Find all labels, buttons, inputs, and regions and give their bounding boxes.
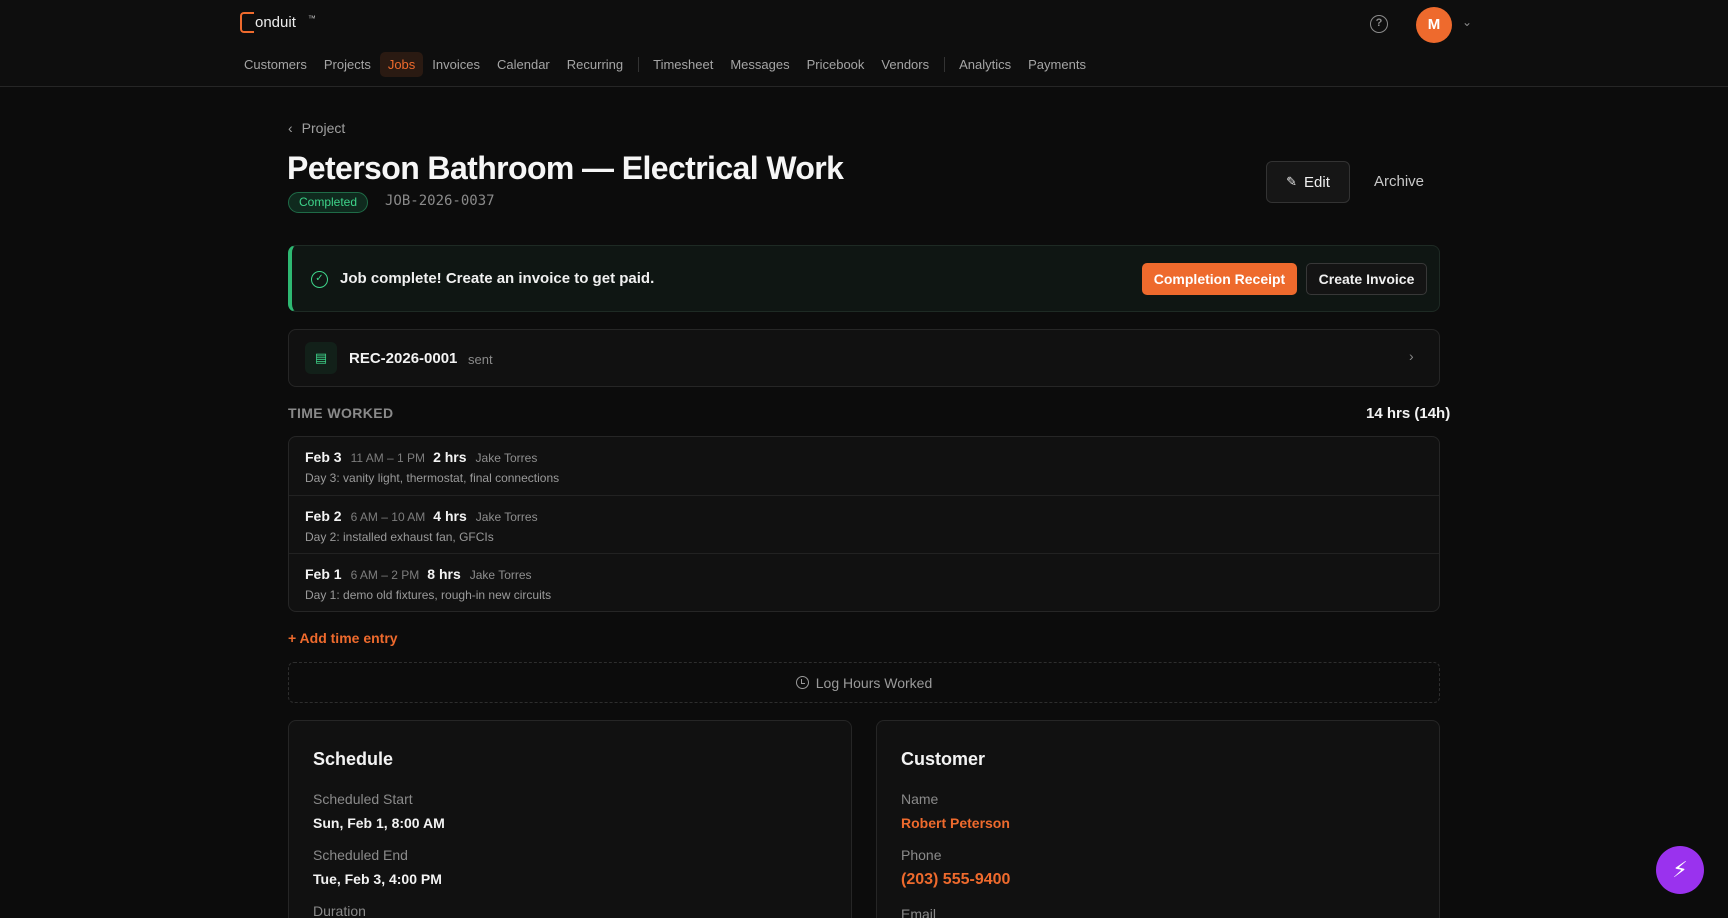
nav-item-pricebook[interactable]: Pricebook (799, 52, 873, 77)
pencil-square-icon: ✎ (1286, 174, 1298, 189)
log-hours-label: Log Hours Worked (815, 674, 933, 691)
clock-icon (795, 676, 809, 689)
top-bar: onduit ™ ? M ⌄ Customers Projects Jobs I… (0, 0, 1728, 87)
add-time-entry-link[interactable]: + Add time entry (288, 630, 398, 646)
scheduled-start-value: Sun, Feb 1, 8:00 AM (313, 815, 445, 831)
receipt-card[interactable]: ▤ REC-2026-0001 sent › (288, 329, 1440, 387)
logo-trademark: ™ (307, 14, 316, 23)
lightning-icon[interactable]: ⚡ (1656, 846, 1704, 894)
job-complete-alert: ✓ Job complete! Create an invoice to get… (288, 245, 1440, 312)
customer-phone-link[interactable]: (203) 555-9400 (901, 871, 1010, 889)
back-link[interactable]: ‹ Project (288, 120, 345, 136)
customer-name-label: Name (901, 791, 939, 807)
time-entry-range: 6 AM – 2 PM (350, 568, 420, 582)
time-entry-range: 6 AM – 10 AM (350, 509, 426, 524)
back-link-label: Project (301, 120, 346, 136)
check-circle-icon: ✓ (311, 271, 328, 288)
time-worked-total: 14 hrs (14h) (1366, 405, 1451, 422)
time-entry-date: Feb 1 (305, 566, 342, 582)
document-icon: ▤ (305, 342, 337, 374)
time-worked-heading: TIME WORKED (288, 405, 394, 421)
nav-divider (944, 57, 946, 72)
nav-item-invoices[interactable]: Invoices (424, 52, 488, 77)
time-entry-note: Day 3: vanity light, thermostat, final c… (305, 471, 560, 485)
time-entry-hours: 4 hrs (433, 507, 467, 524)
time-entry-hours: 8 hrs (427, 566, 461, 582)
logo-mark-icon (240, 12, 254, 33)
help-icon[interactable]: ? (1370, 15, 1388, 33)
schedule-title: Schedule (313, 749, 394, 769)
app-logo[interactable]: onduit ™ (240, 12, 316, 33)
nav-item-jobs[interactable]: Jobs (379, 52, 424, 77)
nav-item-recurring[interactable]: Recurring (559, 52, 631, 77)
nav-item-analytics[interactable]: Analytics (951, 52, 1019, 77)
nav-divider (638, 57, 640, 72)
receipt-status: sent (468, 352, 493, 367)
time-entry-row[interactable]: Feb 1 6 AM – 2 PM 8 hrs Jake Torres Day … (289, 554, 1439, 613)
job-number: JOB-2026-0037 (385, 193, 495, 209)
alert-text: Job complete! Create an invoice to get p… (340, 270, 655, 287)
archive-button[interactable]: Archive (1364, 161, 1434, 203)
nav-item-messages[interactable]: Messages (722, 52, 797, 77)
customer-phone-label: Phone (901, 847, 942, 863)
schedule-panel: Schedule Scheduled Start Sun, Feb 1, 8:0… (288, 720, 852, 918)
time-entry-person: Jake Torres (475, 451, 538, 465)
nav-item-timesheet[interactable]: Timesheet (645, 52, 721, 77)
customer-email-label: Email (901, 906, 937, 918)
customer-title: Customer (901, 749, 986, 769)
time-entry-list: Feb 3 11 AM – 1 PM 2 hrs Jake Torres Day… (288, 436, 1440, 612)
time-entry-hours: 2 hrs (433, 449, 467, 465)
scheduled-end-value: Tue, Feb 3, 4:00 PM (313, 871, 442, 887)
time-entry-row[interactable]: Feb 3 11 AM – 1 PM 2 hrs Jake Torres Day… (289, 437, 1439, 496)
page-title: Peterson Bathroom — Electrical Work (287, 150, 844, 186)
time-entry-date: Feb 2 (305, 507, 342, 524)
scheduled-end-label: Scheduled End (313, 847, 408, 863)
avatar[interactable]: M (1416, 7, 1452, 43)
time-entry-person: Jake Torres (469, 568, 532, 582)
time-entry-person: Jake Torres (475, 509, 538, 524)
create-invoice-button[interactable]: Create Invoice (1306, 263, 1427, 295)
status-badge: Completed (288, 192, 369, 213)
customer-panel: Customer Name Robert Peterson Phone (203… (876, 720, 1440, 918)
logo-text: onduit (255, 14, 296, 31)
completion-receipt-button[interactable]: Completion Receipt (1142, 263, 1297, 295)
chevron-left-icon: ‹ (288, 120, 293, 136)
customer-name-link[interactable]: Robert Peterson (901, 815, 1010, 831)
main-nav: Customers Projects Jobs Invoices Calenda… (236, 52, 1095, 77)
edit-button-label: Edit (1304, 173, 1330, 191)
duration-label: Duration (313, 903, 366, 918)
time-entry-row[interactable]: Feb 2 6 AM – 10 AM 4 hrs Jake Torres Day… (289, 496, 1439, 554)
nav-item-calendar[interactable]: Calendar (489, 52, 558, 77)
time-entry-range: 11 AM – 1 PM (350, 451, 426, 465)
chevron-right-icon: › (1409, 348, 1414, 364)
nav-item-vendors[interactable]: Vendors (873, 52, 937, 77)
time-entry-note: Day 1: demo old fixtures, rough-in new c… (305, 588, 552, 602)
edit-button[interactable]: ✎ Edit (1266, 161, 1350, 203)
scheduled-start-label: Scheduled Start (313, 791, 413, 807)
nav-item-projects[interactable]: Projects (316, 52, 379, 77)
time-entry-date: Feb 3 (305, 449, 342, 465)
nav-item-customers[interactable]: Customers (236, 52, 315, 77)
log-hours-button[interactable]: Log Hours Worked (288, 662, 1440, 703)
receipt-number: REC-2026-0001 (349, 350, 458, 367)
chevron-down-icon[interactable]: ⌄ (1462, 15, 1472, 29)
time-entry-note: Day 2: installed exhaust fan, GFCIs (305, 529, 494, 544)
nav-item-payments[interactable]: Payments (1020, 52, 1094, 77)
